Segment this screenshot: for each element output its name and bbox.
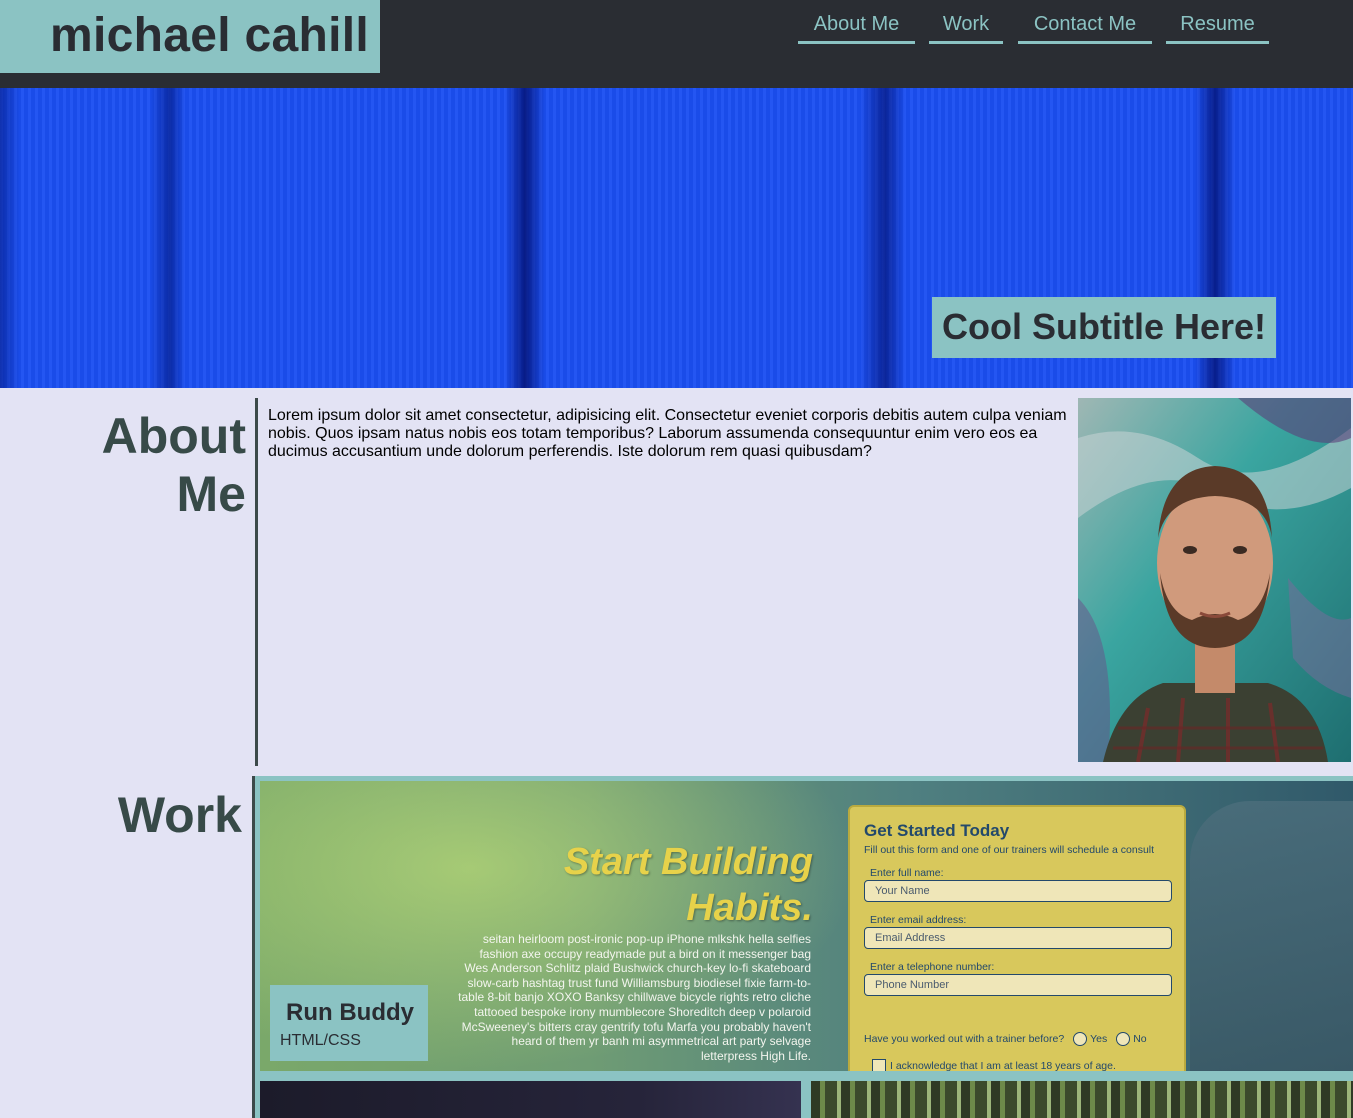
phone-label: Enter a telephone number: <box>870 961 995 973</box>
yes-label: Yes <box>1090 1032 1108 1045</box>
profile-photo <box>1078 398 1351 762</box>
about-divider <box>255 398 258 766</box>
name-label: Enter full name: <box>870 867 944 879</box>
site-header: michael cahill About Me Work Contact Me … <box>0 0 1353 88</box>
trainer-question: Have you worked out with a trainer befor… <box>864 1032 1147 1046</box>
hero-subtitle: Cool Subtitle Here! <box>942 306 1267 347</box>
about-heading: About Me <box>101 408 246 522</box>
age-acknowledgement: I acknowledge that I am at least 18 year… <box>872 1059 1116 1071</box>
work-heading: Work <box>117 787 242 843</box>
age-checkbox <box>872 1059 886 1071</box>
nav-link-work[interactable]: Work <box>929 10 1003 44</box>
screenshot-form-card: Get Started Today Fill out this form and… <box>848 805 1186 1071</box>
form-subheading: Fill out this form and one of our traine… <box>864 844 1155 856</box>
project-thumbnail[interactable] <box>260 1081 801 1118</box>
nav-link-contact-me[interactable]: Contact Me <box>1018 10 1152 44</box>
email-label: Enter email address: <box>870 914 967 926</box>
site-logo-text: michael cahill <box>50 9 370 62</box>
screenshot-headline: Start Building Habits. <box>564 839 813 931</box>
form-heading: Get Started Today <box>864 821 1010 840</box>
project-thumbnail[interactable] <box>811 1081 1353 1118</box>
email-field: Email Address <box>864 927 1172 949</box>
nav-link-about-me[interactable]: About Me <box>798 10 915 44</box>
phone-field: Phone Number <box>864 974 1172 996</box>
profile-photo-image <box>1078 398 1351 762</box>
no-label: No <box>1133 1032 1147 1045</box>
screenshot-headline-line1: Start Building <box>563 841 813 883</box>
name-field: Your Name <box>864 880 1172 902</box>
age-checkbox-label: I acknowledge that I am at least 18 year… <box>890 1059 1116 1071</box>
nav-link-resume[interactable]: Resume <box>1166 10 1269 44</box>
yes-radio <box>1073 1032 1088 1046</box>
screenshot-body-text: seitan heirloom post-ironic pop-up iPhon… <box>458 932 811 1063</box>
site-logo[interactable]: michael cahill <box>0 0 380 73</box>
project-name: Run Buddy <box>286 999 414 1026</box>
project-tech: HTML/CSS <box>280 1032 361 1049</box>
project-label[interactable]: Run Buddy HTML/CSS <box>270 985 428 1061</box>
hero-subtitle-box: Cool Subtitle Here! <box>932 297 1276 358</box>
screenshot-figure <box>1190 801 1353 1071</box>
about-text: Lorem ipsum dolor sit amet consectetur, … <box>268 407 1067 460</box>
screenshot-headline-line2: Habits. <box>686 887 813 929</box>
no-radio <box>1116 1032 1131 1046</box>
trainer-question-text: Have you worked out with a trainer befor… <box>864 1032 1065 1045</box>
